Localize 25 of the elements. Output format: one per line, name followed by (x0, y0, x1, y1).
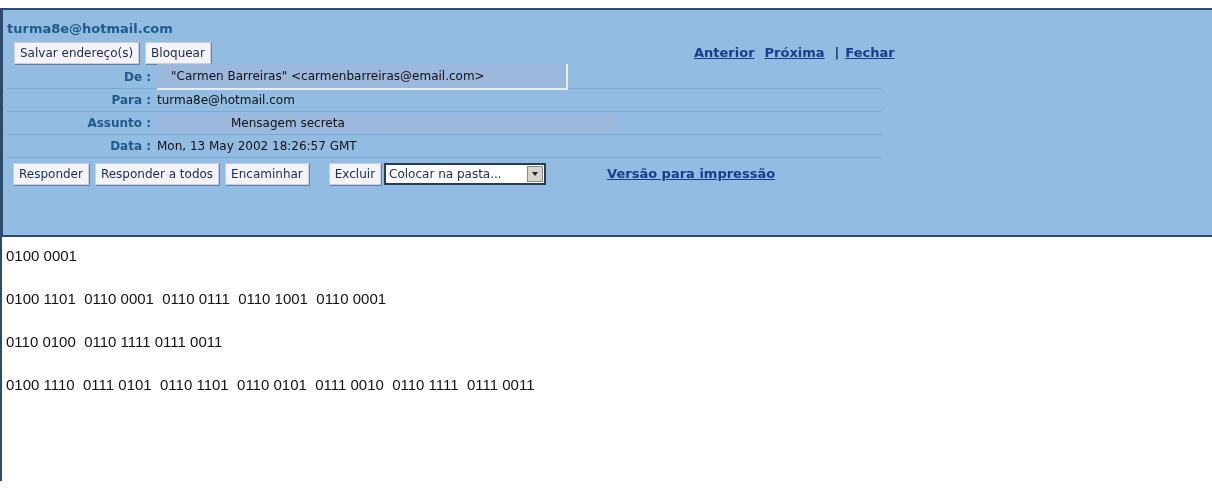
toolbar-button[interactable]: Bloquear (145, 42, 211, 64)
print-link[interactable]: Versão para impressão (607, 164, 776, 184)
nav-link[interactable]: Fechar (845, 43, 895, 63)
action-button[interactable]: Excluir (328, 163, 382, 185)
action-button[interactable]: Responder a todos (94, 163, 220, 185)
nav-link[interactable]: Próxima (764, 43, 825, 63)
action-button[interactable]: Encaminhar (225, 163, 309, 185)
action-button[interactable]: Responder (13, 163, 89, 185)
field-value: Mon, 13 May 2002 18:26:57 GMT (157, 138, 357, 155)
field-value: Mensagem secreta (157, 114, 617, 132)
account-email: turma8e@hotmail.com (7, 20, 174, 38)
field-label: De : (122, 69, 152, 86)
field-value: turma8e@hotmail.com (157, 92, 295, 109)
message-line: 0100 1110 0111 0101 0110 1101 0110 0101 0111 0010 0110 1111 0111 0011 (6, 376, 536, 394)
message-line: 0100 1101 0110 0001 0110 0111 0110 1001 0110 0001 (6, 290, 388, 308)
toolbar-button[interactable]: Salvar endereço(s) (14, 42, 140, 64)
link-separator: | (834, 44, 840, 63)
nav-link[interactable]: Anterior (694, 43, 755, 63)
message-line: 0100 0001 (6, 247, 78, 265)
field-value: "Carmen Barreiras" <carmenbarreiras@email.com> (157, 64, 568, 90)
message-line: 0110 0100 0110 1111 0111 0011 (6, 333, 224, 351)
folder-dropdown[interactable]: Colocar na pasta... (384, 163, 547, 185)
field-label: Data : (109, 138, 152, 155)
field-label: Assunto : (86, 115, 152, 132)
field-label: Para : (110, 92, 152, 109)
